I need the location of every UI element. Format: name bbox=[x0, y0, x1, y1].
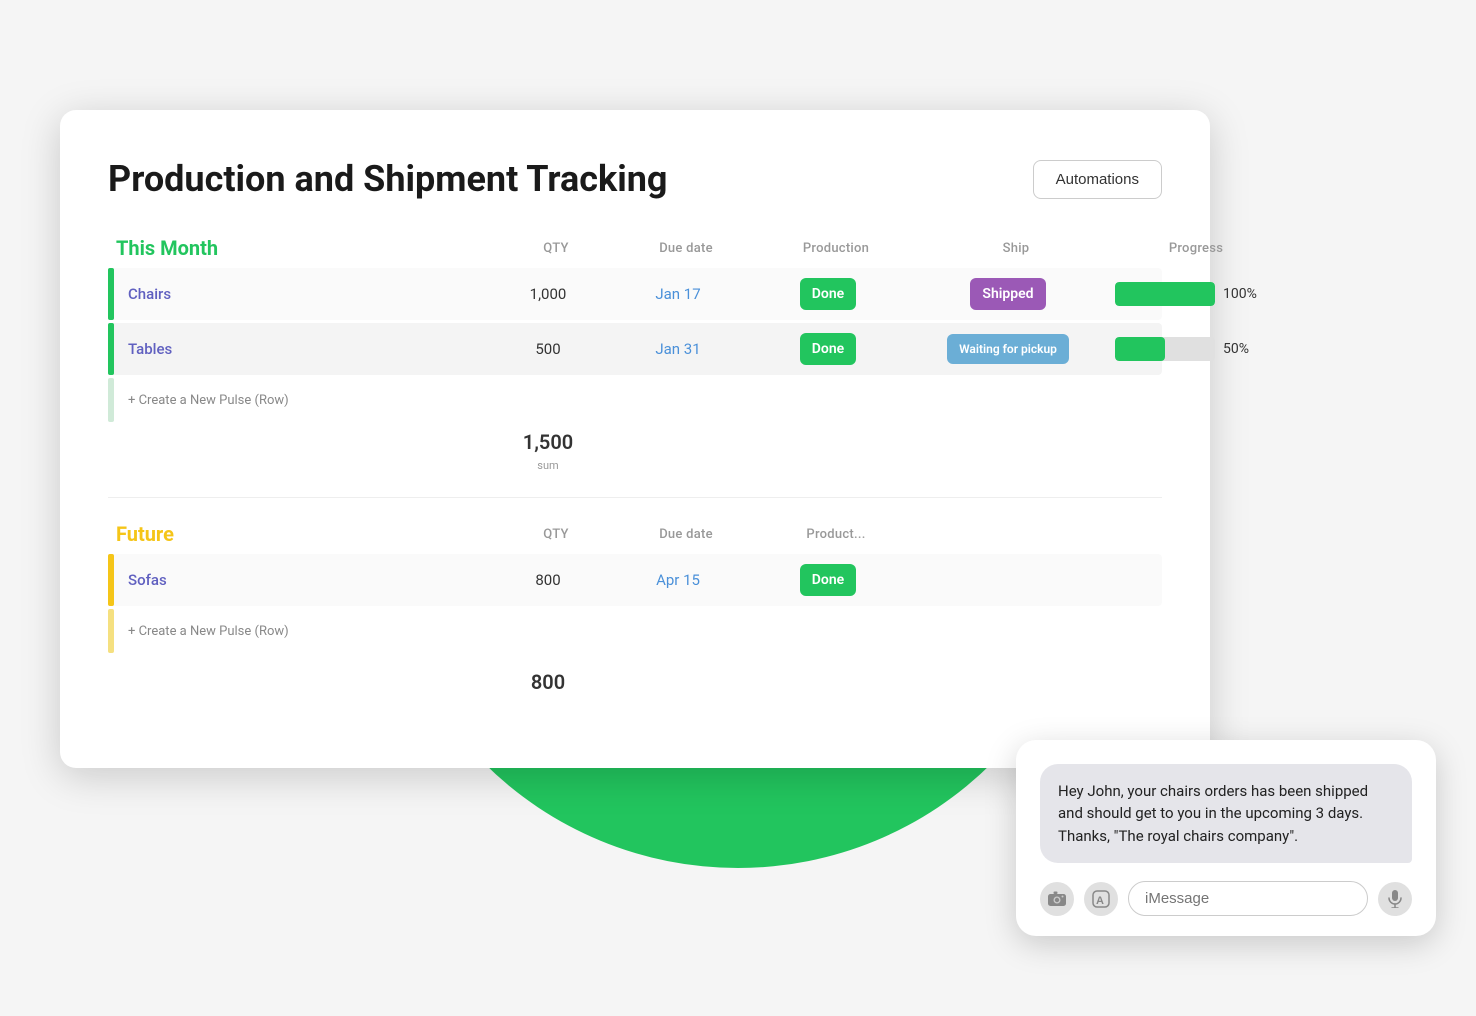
row-name-cell: Sofas bbox=[108, 554, 488, 606]
future-col-due-date-header: Due date bbox=[616, 527, 756, 542]
sum-cell: 1,500 sum bbox=[488, 430, 608, 473]
scene: Production and Shipment Tracking Automat… bbox=[0, 0, 1476, 1016]
create-row-cell[interactable]: + Create a New Pulse (Row) bbox=[108, 378, 488, 422]
row-date-tables: Jan 31 bbox=[608, 340, 748, 358]
row-name-sofas: Sofas bbox=[128, 571, 167, 589]
production-badge-sofas: Done bbox=[800, 564, 856, 596]
create-row-label: + Create a New Pulse (Row) bbox=[128, 393, 289, 408]
ship-badge-tables: Waiting for pickup bbox=[947, 334, 1069, 364]
this-month-label: This Month bbox=[116, 236, 496, 260]
this-month-header: This Month QTY Due date Production Ship … bbox=[108, 236, 1162, 260]
row-date-sofas: Apr 15 bbox=[608, 571, 748, 589]
ship-badge-chairs: Shipped bbox=[970, 278, 1045, 310]
camera-icon[interactable] bbox=[1040, 882, 1074, 916]
row-qty-sofas: 800 bbox=[488, 571, 608, 589]
row-indicator-green bbox=[108, 268, 114, 320]
progress-fill-tables bbox=[1115, 337, 1165, 361]
sum-value-future: 800 bbox=[488, 670, 608, 694]
create-indicator bbox=[108, 378, 114, 422]
future-section: Future QTY Due date Product... Sofas 800… bbox=[108, 522, 1162, 708]
col-progress-header: Progress bbox=[1116, 241, 1276, 256]
progress-track-tables bbox=[1115, 337, 1215, 361]
future-col-production-header: Product... bbox=[756, 527, 916, 542]
imessage-card: Hey John, your chairs orders has been sh… bbox=[1016, 740, 1436, 937]
row-name-chairs: Chairs bbox=[128, 285, 171, 303]
message-bubble: Hey John, your chairs orders has been sh… bbox=[1040, 764, 1412, 864]
page-title: Production and Shipment Tracking bbox=[108, 158, 668, 200]
progress-pct-chairs: 100% bbox=[1223, 286, 1261, 302]
progress-track-chairs bbox=[1115, 282, 1215, 306]
appstore-icon[interactable]: A bbox=[1084, 882, 1118, 916]
sum-row-this-month: 1,500 sum bbox=[108, 425, 1162, 477]
row-date-chairs: Jan 17 bbox=[608, 285, 748, 303]
col-qty-header: QTY bbox=[496, 241, 616, 256]
row-name-tables: Tables bbox=[128, 340, 172, 358]
row-qty-tables: 500 bbox=[488, 340, 608, 358]
table-row: Tables 500 Jan 31 Done Waiting for picku… bbox=[108, 323, 1162, 375]
tracking-card: Production and Shipment Tracking Automat… bbox=[60, 110, 1210, 768]
create-indicator-future bbox=[108, 609, 114, 653]
col-ship-header: Ship bbox=[916, 241, 1116, 256]
imessage-input[interactable] bbox=[1128, 881, 1368, 916]
production-badge-chairs: Done bbox=[800, 278, 856, 310]
row-name-cell: Tables bbox=[108, 323, 488, 375]
imessage-toolbar: A bbox=[1040, 881, 1412, 916]
sum-label: sum bbox=[537, 459, 558, 472]
col-production-header: Production bbox=[756, 241, 916, 256]
automations-button[interactable]: Automations bbox=[1033, 160, 1162, 199]
this-month-section: This Month QTY Due date Production Ship … bbox=[108, 236, 1162, 477]
create-row-future[interactable]: + Create a New Pulse (Row) bbox=[108, 609, 1162, 653]
svg-text:A: A bbox=[1096, 895, 1104, 907]
future-col-qty-header: QTY bbox=[496, 527, 616, 542]
create-row-this-month[interactable]: + Create a New Pulse (Row) bbox=[108, 378, 1162, 422]
row-indicator-yellow bbox=[108, 554, 114, 606]
row-name-cell: Chairs bbox=[108, 268, 488, 320]
progress-cell-tables: 50% bbox=[1108, 337, 1268, 361]
col-due-date-header: Due date bbox=[616, 241, 756, 256]
table-row: Sofas 800 Apr 15 Done bbox=[108, 554, 1162, 606]
sum-value: 1,500 bbox=[488, 430, 608, 454]
create-row-cell-future[interactable]: + Create a New Pulse (Row) bbox=[108, 609, 488, 653]
sum-row-future: 800 bbox=[108, 656, 1162, 708]
row-indicator-green bbox=[108, 323, 114, 375]
section-divider bbox=[108, 497, 1162, 498]
progress-fill-chairs bbox=[1115, 282, 1215, 306]
message-text: Hey John, your chairs orders has been sh… bbox=[1058, 782, 1368, 845]
sum-cell-future: 800 bbox=[488, 670, 608, 694]
progress-cell-chairs: 100% bbox=[1108, 282, 1268, 306]
future-header: Future QTY Due date Product... bbox=[108, 522, 1162, 546]
production-badge-tables: Done bbox=[800, 333, 856, 365]
table-row: Chairs 1,000 Jan 17 Done Shipped 100% bbox=[108, 268, 1162, 320]
future-label: Future bbox=[116, 522, 496, 546]
mic-icon[interactable] bbox=[1378, 882, 1412, 916]
card-header: Production and Shipment Tracking Automat… bbox=[108, 158, 1162, 200]
create-row-label-future: + Create a New Pulse (Row) bbox=[128, 624, 289, 639]
progress-pct-tables: 50% bbox=[1223, 341, 1261, 357]
row-qty-chairs: 1,000 bbox=[488, 285, 608, 303]
